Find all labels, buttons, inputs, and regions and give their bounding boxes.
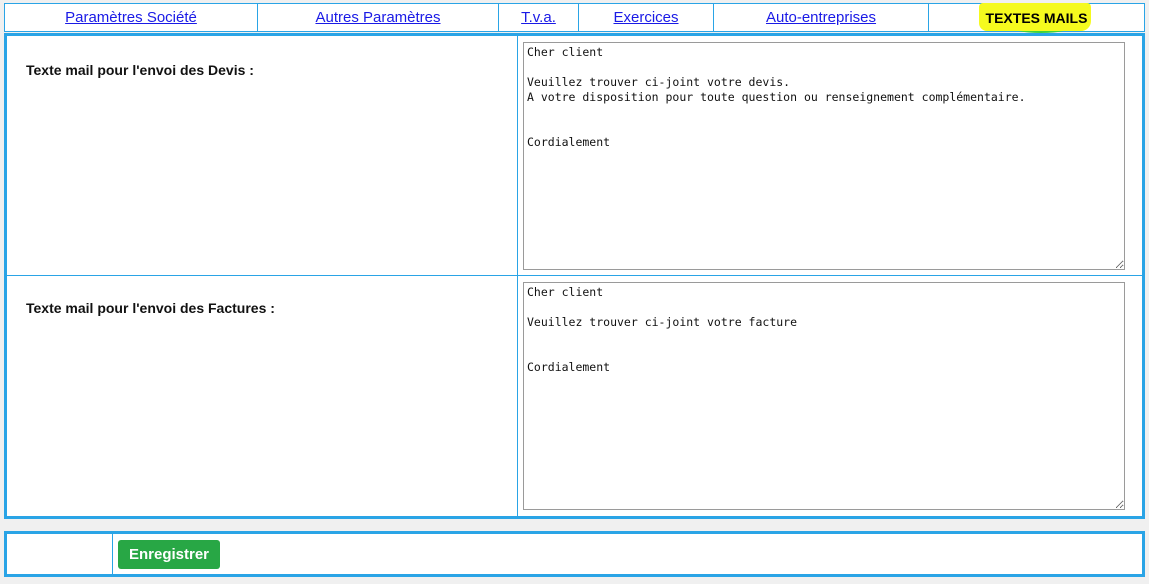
devis-row: Texte mail pour l'envoi des Devis : Cher… bbox=[7, 36, 1142, 276]
tab-exercices[interactable]: Exercices bbox=[579, 4, 714, 31]
tab-autres-parametres[interactable]: Autres Paramètres bbox=[258, 4, 499, 31]
tab-textes-mails-label: TEXTES MAILS bbox=[978, 2, 1091, 33]
factures-label: Texte mail pour l'envoi des Factures : bbox=[26, 300, 275, 316]
tab-tva[interactable]: T.v.a. bbox=[499, 4, 579, 31]
factures-row: Texte mail pour l'envoi des Factures : C… bbox=[7, 276, 1142, 516]
tab-tva-link[interactable]: T.v.a. bbox=[521, 9, 556, 26]
tab-auto-entreprises-link[interactable]: Auto-entreprises bbox=[766, 9, 876, 26]
tab-autres-parametres-link[interactable]: Autres Paramètres bbox=[315, 9, 440, 26]
tab-exercices-link[interactable]: Exercices bbox=[613, 9, 678, 26]
column-divider bbox=[517, 36, 518, 275]
save-button[interactable]: Enregistrer bbox=[118, 540, 220, 569]
mail-texts-panel: Texte mail pour l'envoi des Devis : Cher… bbox=[4, 33, 1145, 519]
tab-textes-mails-text: TEXTES MAILS bbox=[985, 9, 1088, 26]
tab-parametres-societe[interactable]: Paramètres Société bbox=[5, 4, 258, 31]
devis-mail-textarea[interactable]: Cher client Veuillez trouver ci-joint vo… bbox=[523, 42, 1125, 270]
footer-divider bbox=[112, 534, 113, 574]
tab-auto-entreprises[interactable]: Auto-entreprises bbox=[714, 4, 929, 31]
tab-textes-mails[interactable]: TEXTES MAILS bbox=[929, 2, 1144, 33]
form-footer: Enregistrer bbox=[4, 531, 1145, 577]
factures-mail-textarea[interactable]: Cher client Veuillez trouver ci-joint vo… bbox=[523, 282, 1125, 510]
column-divider bbox=[517, 276, 518, 516]
settings-tabs: Paramètres Société Autres Paramètres T.v… bbox=[4, 2, 1145, 33]
devis-label: Texte mail pour l'envoi des Devis : bbox=[26, 62, 254, 78]
tab-parametres-societe-link[interactable]: Paramètres Société bbox=[65, 9, 197, 26]
